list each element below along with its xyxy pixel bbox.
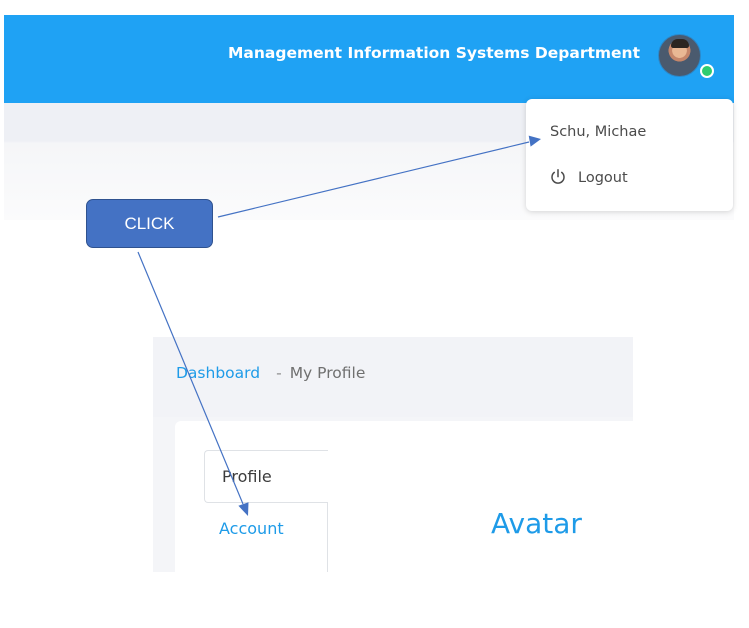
logout-menu-item[interactable]: Logout [549,167,628,189]
content-area: Profile Account Avatar [153,417,633,572]
click-callout: CLICK [86,199,213,248]
tab-profile[interactable]: Profile [204,450,328,503]
power-icon [551,169,565,184]
breadcrumb-bar: Dashboard - My Profile [153,337,633,417]
user-avatar[interactable] [658,34,701,77]
avatar-hair [671,39,689,48]
bottom-screenshot: Dashboard - My Profile Profile Account Ava… [153,337,633,572]
department-title: Management Information Systems Departmen… [227,44,640,62]
tab-account[interactable]: Account [204,503,328,572]
breadcrumb-current: My Profile [289,364,366,382]
avatar-section-heading: Avatar [491,507,582,540]
breadcrumb-separator: - [276,364,282,382]
top-navbar: Management Information Systems Departmen… [4,15,734,103]
logout-label: Logout [578,170,628,186]
user-name-menu-item[interactable]: Schu, Michae [550,121,646,143]
online-status-dot [700,64,714,78]
tutorial-screenshot: Management Information Systems Departmen… [0,0,749,628]
profile-card: Profile Account Avatar [175,421,633,572]
top-screenshot: Management Information Systems Departmen… [4,15,734,220]
user-dropdown-menu: Schu, Michae Logout [526,99,733,211]
breadcrumb-dashboard-link[interactable]: Dashboard [176,364,260,382]
breadcrumb: Dashboard - My Profile [176,364,365,382]
